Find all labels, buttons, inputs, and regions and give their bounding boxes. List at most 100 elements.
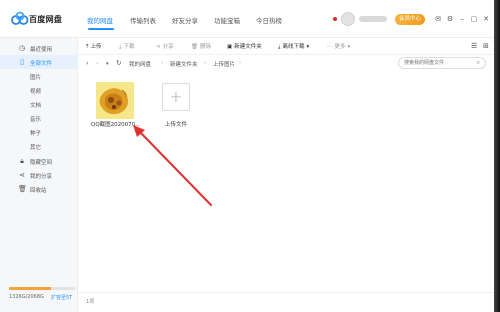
sidebar-item-label: 回收站 <box>30 187 47 194</box>
status-bar: 1项 <box>79 292 494 312</box>
path-bar: ‹ › ▾ ↻ 我的网盘 › 新建文件夹 › 上传图片 › ⌕ <box>79 55 494 72</box>
sidebar-item-hidden-space[interactable]: 🔒︎ 隐藏空间 <box>0 154 78 168</box>
trash-icon: 🗑︎ <box>191 44 198 50</box>
download-icon: ⤓ <box>278 44 281 50</box>
file-name[interactable]: QQ截图2020070... <box>91 120 140 128</box>
maximize-icon[interactable]: ▢ <box>470 15 478 23</box>
file-toolbar: ⤒ 上传 ⤓ 下载 ⋖ 分享 🗑︎ 删除 ▣ 新建文件夹 ⤓ 离线下载 ▾ ⋯ 更多 ▾ ☰ ⊞ <box>79 38 494 55</box>
sidebar-item-label: 文档 <box>30 102 42 109</box>
clock-icon: ◷ <box>18 44 26 52</box>
share-icon: ⋖ <box>19 171 25 179</box>
vip-center-button[interactable]: 会员中心 <box>395 14 425 25</box>
search-icon[interactable]: ⌕ <box>477 59 480 67</box>
sidebar-item-recent[interactable]: ◷ 最近使用 <box>0 41 78 55</box>
breadcrumb-separator: › <box>239 60 242 66</box>
more-button[interactable]: ⋯ 更多 ▾ <box>327 42 350 50</box>
new-folder-label: 新建文件夹 <box>234 44 262 50</box>
more-icon: ⋯ <box>327 44 333 50</box>
tab-friend-share[interactable]: 好友分享 <box>172 15 198 25</box>
sidebar-item-label: 视频 <box>30 88 42 95</box>
back-icon[interactable]: ‹ <box>86 59 89 67</box>
storage-usage-text: 1326G/2068G <box>9 294 44 300</box>
storage-progress-fill <box>9 287 52 290</box>
image-thumbnail[interactable] <box>96 82 134 119</box>
chevron-down-icon: ▾ <box>347 44 351 50</box>
desktop-edge <box>494 0 500 312</box>
more-label: 更多 <box>334 44 346 50</box>
gear-icon[interactable]: ⚙ <box>446 15 454 23</box>
sidebar-item-label: 种子 <box>30 130 42 137</box>
download-button[interactable]: ⤓ 下载 <box>119 42 134 51</box>
baidu-netdisk-window: 百度网盘 我的网盘 传输列表 好友分享 功能宝箱 今日热榜 会员中心 ✉ ⚙ –… <box>0 0 494 312</box>
history-dropdown-icon[interactable]: ▾ <box>106 61 109 67</box>
search-input[interactable] <box>404 58 474 68</box>
forward-icon[interactable]: › <box>96 59 99 67</box>
upload-label: 上传 <box>90 44 102 50</box>
tab-my-netdisk[interactable]: 我的网盘 <box>87 15 113 25</box>
expand-storage-link[interactable]: 扩容至5T <box>51 294 72 301</box>
username-blurred[interactable] <box>359 16 387 22</box>
sidebar-item-label: 最近使用 <box>30 46 53 53</box>
sidebar-item-label: 全部文件 <box>30 60 53 67</box>
sidebar-item-images[interactable]: 图片 <box>0 69 78 83</box>
delete-button[interactable]: 🗑︎ 删除 <box>191 42 211 50</box>
upload-icon: ⤒ <box>86 44 89 50</box>
breadcrumb-new-folder[interactable]: 新建文件夹 <box>170 60 198 68</box>
offline-download-label: 离线下载 <box>282 44 305 50</box>
trash-icon: 🗑︎ <box>18 185 27 193</box>
sidebar-item-torrents[interactable]: 种子 <box>0 125 78 139</box>
share-button[interactable]: ⋖ 分享 <box>156 42 174 50</box>
breadcrumb-my-netdisk[interactable]: 我的网盘 <box>129 60 151 68</box>
sidebar-item-music[interactable]: 音乐 <box>0 111 78 125</box>
sidebar-item-recycle-bin[interactable]: 🗑︎ 回收站 <box>0 182 78 196</box>
app-brand: 百度网盘 <box>29 15 63 24</box>
plus-icon: + <box>169 87 183 106</box>
sidebar-item-label: 隐藏空间 <box>30 159 53 166</box>
active-tab-underline <box>88 28 114 30</box>
file-grid <box>79 72 494 292</box>
tab-transfers[interactable]: 传输列表 <box>130 15 156 25</box>
folder-plus-icon: ▣ <box>227 44 233 50</box>
refresh-icon[interactable]: ↻ <box>116 59 121 67</box>
search-box[interactable]: ⌕ <box>398 57 486 69</box>
sidebar-item-label: 图片 <box>30 74 42 81</box>
close-icon[interactable]: ✕ <box>482 15 490 23</box>
tab-toolbox[interactable]: 功能宝箱 <box>214 15 240 25</box>
breadcrumb-separator: › <box>161 60 164 66</box>
sidebar-item-videos[interactable]: 视频 <box>0 83 78 97</box>
upload-file-label[interactable]: 上传文件 <box>165 120 187 128</box>
new-folder-button[interactable]: ▣ 新建文件夹 <box>227 42 262 50</box>
tab-hot-list[interactable]: 今日热榜 <box>256 15 282 25</box>
notification-dot <box>333 17 337 21</box>
sidebar-item-all-files[interactable]: ▯ 全部文件 <box>0 55 78 69</box>
grid-view-icon[interactable]: ⊞ <box>483 43 489 50</box>
share-icon: ⋖ <box>156 44 161 50</box>
upload-button[interactable]: ⤒ 上传 <box>86 42 101 51</box>
sidebar: ◷ 最近使用 ▯ 全部文件 图片 视频 文档 音乐 种子 其它 🔒︎ 隐藏空间 <box>0 38 78 312</box>
download-label: 下载 <box>123 44 135 50</box>
sidebar-item-label: 其它 <box>30 144 42 151</box>
offline-download-button[interactable]: ⤓ 离线下载 ▾ <box>278 42 309 51</box>
sidebar-item-my-shares[interactable]: ⋖ 我的分享 <box>0 168 78 182</box>
share-label: 分享 <box>162 44 174 50</box>
item-count: 1项 <box>86 299 95 305</box>
lock-icon: 🔒︎ <box>20 157 24 165</box>
minimize-icon[interactable]: – <box>458 15 466 23</box>
breadcrumb-upload-images[interactable]: 上传图片 <box>213 60 235 68</box>
avatar[interactable] <box>341 12 355 26</box>
sidebar-item-label: 我的分享 <box>30 173 53 180</box>
breadcrumb-separator: › <box>204 60 207 66</box>
sidebar-item-label: 音乐 <box>30 116 42 123</box>
sidebar-item-other[interactable]: 其它 <box>0 139 78 153</box>
storage-progress-bar <box>9 287 75 290</box>
mail-icon[interactable]: ✉ <box>434 15 442 23</box>
delete-label: 删除 <box>199 44 211 50</box>
cloud-logo-icon <box>11 11 29 25</box>
title-bar: 百度网盘 我的网盘 传输列表 好友分享 功能宝箱 今日热榜 会员中心 ✉ ⚙ –… <box>0 0 494 38</box>
upload-file-tile[interactable]: + <box>162 83 190 111</box>
chevron-down-icon: ▾ <box>306 44 310 50</box>
download-icon: ⤓ <box>119 44 122 50</box>
sidebar-item-documents[interactable]: 文档 <box>0 97 78 111</box>
list-view-icon[interactable]: ☰ <box>471 43 477 50</box>
file-icon: ▯ <box>20 58 24 66</box>
